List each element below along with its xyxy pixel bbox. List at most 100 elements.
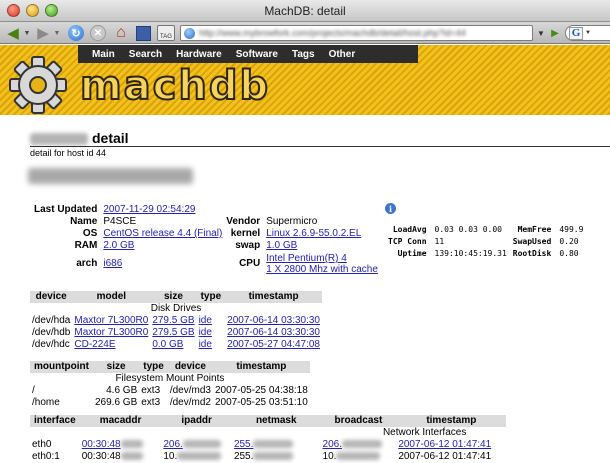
os-link[interactable]: CentOS release 4.4 (Final) — [103, 228, 222, 239]
gear-icon — [9, 56, 67, 114]
url-bar[interactable]: http://www.mybrowfork.com/projects/machd… — [180, 25, 533, 41]
search-engine-dropdown-icon[interactable]: ▼ — [585, 30, 591, 36]
swapused-label: SwapUsed — [512, 237, 552, 246]
disk-size-link[interactable]: 0.0 GB — [152, 339, 183, 350]
rootdisk-label: RootDisk — [512, 249, 552, 258]
ram-label: RAM — [74, 240, 98, 251]
nic-netmask-link[interactable]: 255. — [234, 439, 294, 450]
vendor-label: Vendor — [226, 216, 261, 227]
swap-link[interactable]: 1.0 GB — [266, 240, 297, 251]
disk-model-link[interactable]: Maxtor 7L300R0 — [74, 327, 148, 338]
back-history-dropdown-icon[interactable]: ▼ — [22, 24, 32, 42]
page-subtitle: detail for host id 44 — [30, 148, 107, 158]
col-size[interactable]: size — [150, 291, 197, 303]
disk-type-link[interactable]: ide — [199, 327, 212, 338]
col-macaddr[interactable]: macaddr — [79, 415, 162, 427]
info-icon[interactable]: i — [385, 203, 396, 214]
nav-other[interactable]: Other — [329, 49, 356, 60]
mount-points-table: Filesystem Mount Points mountpoint size … — [30, 361, 310, 409]
col-interface[interactable]: interface — [30, 415, 80, 427]
reload-icon[interactable]: ↻ — [66, 24, 86, 42]
name-value: P4SCE — [103, 216, 137, 227]
mount-path: / — [32, 385, 35, 396]
mount-points-caption: Filesystem Mount Points — [115, 373, 225, 384]
disk-type-link[interactable]: ide — [199, 339, 212, 350]
redacted-hostname — [30, 133, 88, 146]
disk-drives-table: Disk Drives device model size type times… — [30, 291, 322, 351]
window-title-bar: MachDB: detail — [0, 0, 610, 22]
col-size[interactable]: size — [92, 361, 140, 373]
disk-model-link[interactable]: CD-224E — [74, 339, 115, 350]
mount-type: ext3 — [141, 397, 161, 408]
cpu-line-2: 1 X 2800 Mhz with cache — [266, 264, 378, 275]
col-type[interactable]: type — [139, 361, 168, 373]
ram-link[interactable]: 2.0 GB — [103, 240, 134, 251]
cpu-line-1: Intel Pentium(R) 4 — [266, 253, 347, 264]
col-model[interactable]: model — [72, 291, 151, 303]
disk-device: /dev/hdc — [32, 339, 70, 350]
disk-timestamp-link[interactable]: 2007-06-14 03:30:30 — [227, 327, 320, 338]
nic-broadcast-link[interactable]: 206. — [323, 439, 382, 450]
redacted-value — [253, 452, 294, 461]
disk-model-link[interactable]: Maxtor 7L300R0 — [74, 315, 148, 326]
disk-type-link[interactable]: ide — [199, 315, 212, 326]
col-device[interactable]: device — [167, 361, 213, 373]
nav-tags[interactable]: Tags — [292, 49, 315, 60]
disk-size-link[interactable]: 279.5 GB — [152, 327, 194, 338]
host-fqdn — [28, 168, 193, 184]
col-device[interactable]: device — [30, 291, 73, 303]
network-interfaces-table: Network Interfaces interface macaddr ipa… — [30, 415, 507, 463]
bookmarks-icon[interactable] — [133, 24, 153, 42]
kernel-link[interactable]: Linux 2.6.9-55.0.2.EL — [266, 228, 361, 239]
forward-arrow-icon[interactable]: ▶ — [33, 24, 53, 42]
nic-ipaddr-link[interactable]: 206. — [163, 439, 221, 450]
cpu-label: CPU — [239, 258, 261, 269]
load-stats-table: LoadAvg 0.03 0.03 0.00 MemFree 499.9 TCP… — [386, 224, 587, 260]
cpu-link[interactable]: Intel Pentium(R) 41 X 2800 Mhz with cach… — [266, 253, 378, 275]
go-icon[interactable]: ▶ — [548, 24, 562, 42]
page-title-text: detail — [92, 130, 129, 146]
col-broadcast[interactable]: broadcast — [320, 415, 397, 427]
disk-device: /dev/hdb — [32, 327, 71, 338]
nav-hardware[interactable]: Hardware — [176, 49, 222, 60]
disk-timestamp-link[interactable]: 2007-06-14 03:30:30 — [227, 315, 320, 326]
nic-timestamp: 2007-06-12 01:47:41 — [398, 451, 492, 462]
col-timestamp[interactable]: timestamp — [212, 361, 310, 373]
uptime-value: 139:10:45:19.31 — [434, 249, 507, 258]
arch-link[interactable]: i686 — [103, 258, 122, 269]
col-type[interactable]: type — [196, 291, 226, 303]
url-history-dropdown-icon[interactable]: ▼ — [535, 24, 547, 42]
home-icon[interactable]: ⌂ — [110, 24, 132, 42]
tag-icon[interactable]: TAG — [155, 24, 177, 42]
col-timestamp[interactable]: timestamp — [396, 415, 507, 427]
nav-main[interactable]: Main — [92, 49, 115, 60]
stop-icon[interactable]: ✕ — [88, 24, 108, 42]
last-updated-link[interactable]: 2007-11-29 02:54:29 — [103, 204, 195, 215]
back-arrow-icon[interactable]: ◀ — [2, 24, 24, 42]
os-label: OS — [82, 228, 98, 239]
table-row: /dev/hdb Maxtor 7L300R0 279.5 GB ide 200… — [30, 327, 322, 339]
redacted-value — [177, 452, 222, 461]
nav-software[interactable]: Software — [236, 49, 278, 60]
swap-label: swap — [235, 240, 261, 251]
loadavg-label: LoadAvg — [392, 225, 427, 234]
nic-broadcast-text: 206. — [322, 439, 342, 450]
disk-drives-caption: Disk Drives — [150, 303, 202, 314]
disk-size-link[interactable]: 279.5 GB — [152, 315, 194, 326]
nic-macaddr-link[interactable]: 00:30:48 — [82, 439, 143, 450]
site-logo[interactable]: machdb — [79, 65, 270, 107]
forward-history-dropdown-icon[interactable]: ▼ — [52, 24, 62, 42]
col-netmask[interactable]: netmask — [231, 415, 321, 427]
col-mountpoint[interactable]: mountpoint — [30, 361, 93, 373]
nic-netmask-text: 255. — [233, 451, 254, 462]
nic-timestamp-link[interactable]: 2007-06-12 01:47:41 — [398, 439, 491, 450]
nic-interface: eth0:1 — [32, 451, 60, 462]
url-text: http://www.mybrowfork.com/projects/machd… — [199, 28, 466, 38]
nav-search[interactable]: Search — [129, 49, 162, 60]
search-engine-box[interactable]: G ▼ — [565, 25, 610, 41]
col-ipaddr[interactable]: ipaddr — [161, 415, 232, 427]
col-timestamp[interactable]: timestamp — [225, 291, 322, 303]
disk-timestamp-link[interactable]: 2007-05-27 04:47:08 — [227, 339, 320, 350]
table-row: /dev/hda Maxtor 7L300R0 279.5 GB ide 200… — [30, 315, 322, 327]
table-row: /dev/hdc CD-224E 0.0 GB ide 2007-05-27 0… — [30, 339, 322, 351]
